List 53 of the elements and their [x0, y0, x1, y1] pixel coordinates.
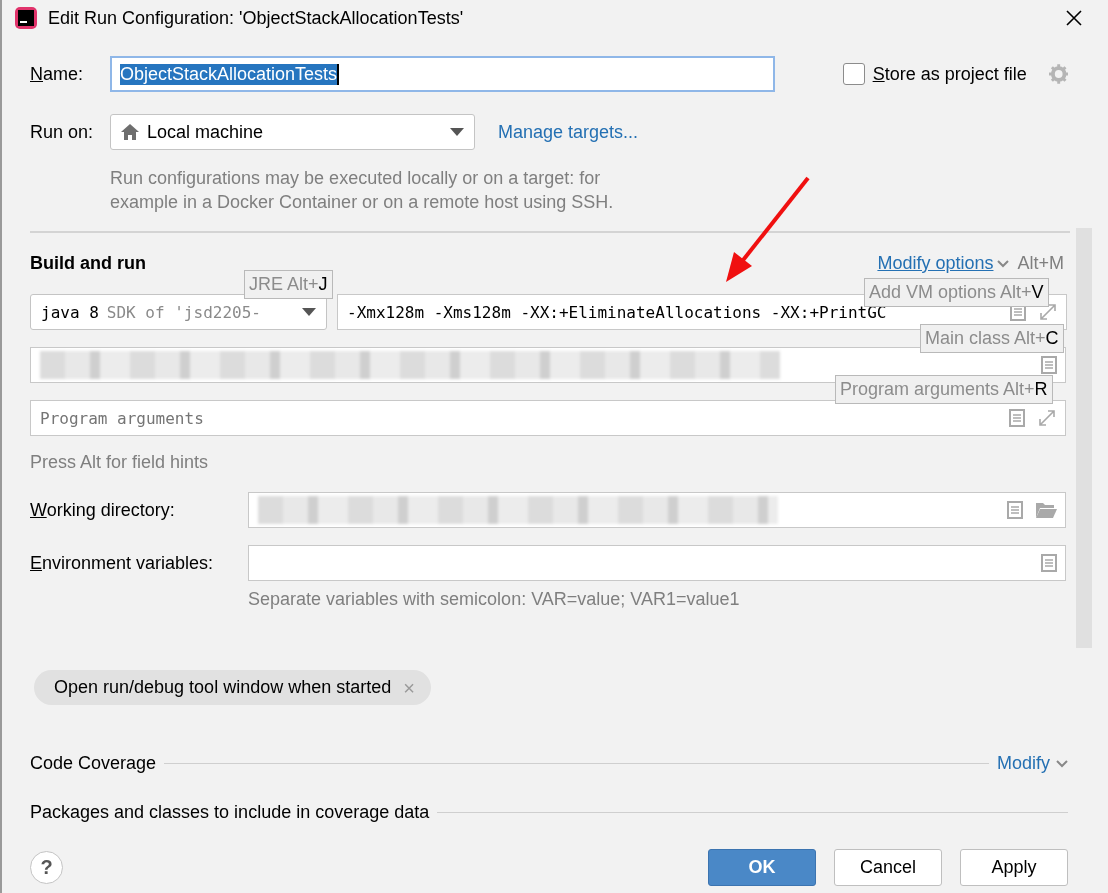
tooltip-key: C	[1045, 328, 1059, 349]
chevron-down-icon[interactable]	[1056, 759, 1068, 768]
tooltip-label: JRE Alt+	[249, 274, 319, 295]
tooltip-key: R	[1034, 379, 1048, 400]
program-arguments-input[interactable]: Program arguments	[40, 408, 997, 428]
document-icon[interactable]	[1041, 356, 1057, 374]
dropdown-caret-icon[interactable]	[450, 128, 464, 136]
run-on-label: Run on:	[30, 121, 95, 143]
document-icon[interactable]	[1041, 554, 1057, 572]
window-title: Edit Run Configuration: 'ObjectStackAllocationTests'	[48, 7, 465, 29]
manage-targets-link[interactable]: Manage targets...	[498, 121, 639, 143]
environment-variables-field[interactable]	[248, 545, 1066, 581]
shortcut-text: Alt+M	[1017, 253, 1064, 274]
help-button[interactable]: ?	[30, 851, 63, 884]
subsection-title: Packages and classes to include in coverage data	[30, 802, 430, 823]
app-logo-icon	[14, 6, 38, 30]
chevron-down-icon[interactable]	[997, 259, 1010, 268]
expand-icon[interactable]	[1038, 302, 1058, 322]
document-icon[interactable]	[1009, 409, 1025, 427]
description-text: Run configurations may be executed locally or on a target: for	[110, 168, 602, 189]
tooltip-key: J	[318, 274, 328, 295]
checkbox[interactable]	[843, 63, 865, 85]
section-title: Code Coverage	[30, 753, 157, 774]
home-icon	[121, 124, 139, 140]
chip-label: Open run/debug tool window when started	[54, 677, 392, 698]
program-arguments-field[interactable]: Program arguments	[30, 400, 1066, 436]
field-label: Working directory:	[30, 499, 176, 521]
name-field[interactable]: ObjectStackAllocationTests	[110, 56, 776, 92]
working-directory-field[interactable]	[248, 492, 1066, 528]
hint-text: Separate variables with semicolon: VAR=value; VAR1=value1	[248, 589, 740, 610]
field-label: Environment variables:	[30, 552, 215, 574]
document-icon[interactable]	[1007, 501, 1023, 519]
main-class-field[interactable]	[30, 347, 1066, 383]
dialog-button[interactable]: Apply	[960, 849, 1068, 886]
dialog-button[interactable]: Cancel	[834, 849, 942, 886]
modify-options-link[interactable]: Modify options	[877, 253, 994, 274]
tooltip-label: Program arguments Alt+	[840, 379, 1035, 400]
close-icon[interactable]	[1066, 10, 1082, 26]
section-title: Build and run	[30, 253, 146, 274]
dropdown-caret-icon[interactable]	[302, 308, 316, 316]
modify-link[interactable]: Modify	[997, 753, 1050, 774]
description-text: example in a Docker Container or on a remote host using SSH.	[110, 192, 615, 213]
dialog-button[interactable]: OK	[708, 849, 816, 886]
tooltip-label: Main class Alt+	[925, 328, 1046, 349]
checkbox-label[interactable]: Store as project file	[872, 63, 1049, 85]
jre-dropdown[interactable]: java 8 SDK of 'jsd2205-	[30, 294, 327, 330]
run-on-dropdown[interactable]: Local machine	[110, 114, 475, 150]
expand-icon[interactable]	[1037, 408, 1057, 428]
hint-text: Press Alt for field hints	[30, 452, 209, 473]
gear-icon[interactable]	[1048, 64, 1068, 84]
folder-icon[interactable]	[1035, 501, 1057, 519]
option-chip[interactable]: Open run/debug tool window when started ×	[34, 670, 431, 705]
name-label: Name:	[30, 63, 85, 85]
